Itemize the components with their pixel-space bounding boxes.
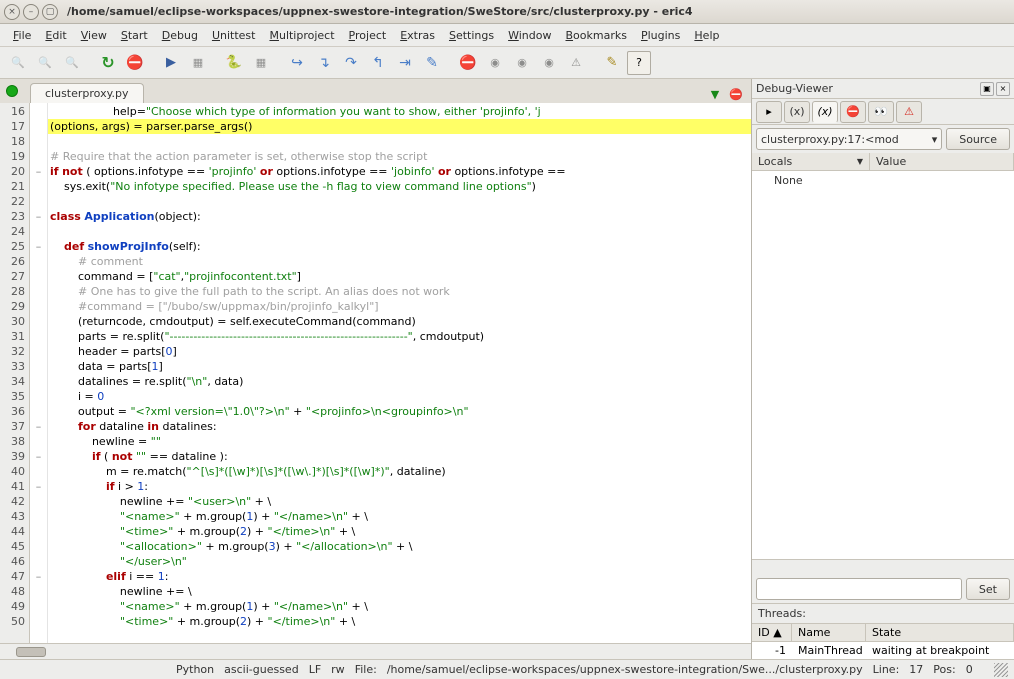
run-script-button[interactable]: ▶ — [159, 51, 183, 75]
step-return-button[interactable]: ⇥ — [393, 51, 417, 75]
breakpoint-next-button[interactable]: ◉ — [510, 51, 534, 75]
zoom-out-icon[interactable]: 🔍 — [6, 51, 30, 75]
debug-tab-watch[interactable]: 👀 — [868, 101, 894, 123]
zoom-in-icon[interactable]: 🔍 — [33, 51, 57, 75]
tab-list-dropdown[interactable]: ▼ — [706, 85, 724, 103]
threads-section-label: Threads: — [752, 603, 1014, 624]
breakpoint-prev-button[interactable]: ◉ — [537, 51, 561, 75]
step-out-button[interactable]: ↰ — [366, 51, 390, 75]
status-eol: LF — [309, 663, 321, 676]
window-maximize-button[interactable]: ▢ — [42, 4, 58, 20]
stack-frame-combo[interactable]: clusterproxy.py:17:<mod▾ — [756, 128, 942, 150]
panel-float-icon[interactable]: ▣ — [980, 82, 994, 96]
thread-state-header[interactable]: State — [866, 624, 1014, 641]
status-pos: 0 — [966, 663, 973, 676]
expression-input[interactable] — [756, 578, 962, 600]
menu-multiproject[interactable]: Multiproject — [262, 26, 341, 45]
resize-grip-icon[interactable] — [994, 663, 1008, 677]
step-into-button[interactable]: ↴ — [312, 51, 336, 75]
statusbar: Python ascii-guessed LF rw File: /home/s… — [0, 659, 1014, 679]
locals-row[interactable]: None — [752, 173, 1014, 188]
menu-plugins[interactable]: Plugins — [634, 26, 687, 45]
status-line: 17 — [909, 663, 923, 676]
breakpoint-indicator-icon — [6, 85, 18, 97]
set-button[interactable]: Set — [966, 578, 1010, 600]
restart-button[interactable]: ↻ — [96, 51, 120, 75]
debug-script-button[interactable]: 🐍 — [222, 51, 246, 75]
editor-body[interactable]: 1617181920212223242526272829303132333435… — [0, 103, 751, 643]
main-area: clusterproxy.py ▼ ⛔ 16171819202122232425… — [0, 79, 1014, 659]
editor-horizontal-scrollbar[interactable] — [0, 643, 751, 659]
status-line-label: Line: — [873, 663, 900, 676]
debug-tabbar: ▸ (x) (x) ⛔ 👀 ⚠ — [752, 99, 1014, 125]
profile-button[interactable]: ▦ — [249, 51, 273, 75]
coverage-button[interactable]: ▦ — [186, 51, 210, 75]
window-minimize-button[interactable]: – — [23, 4, 39, 20]
menu-view[interactable]: View — [74, 26, 114, 45]
status-file-label: File: — [355, 663, 377, 676]
debug-tab-exceptions[interactable]: ⚠ — [896, 101, 922, 123]
locals-list[interactable]: None — [752, 171, 1014, 559]
run-to-cursor-button[interactable]: ✎ — [420, 51, 444, 75]
continue-button[interactable]: ↪ — [285, 51, 309, 75]
menu-file[interactable]: File — [6, 26, 38, 45]
menu-window[interactable]: Window — [501, 26, 558, 45]
debug-viewer-pane: Debug-Viewer ▣ × ▸ (x) (x) ⛔ 👀 ⚠ cluster… — [752, 79, 1014, 659]
stop-debug-button[interactable]: ⛔ — [456, 51, 480, 75]
debug-tab-locals[interactable]: (x) — [812, 101, 838, 123]
threads-list[interactable]: -1MainThreadwaiting at breakpoint — [752, 642, 1014, 659]
menu-settings[interactable]: Settings — [442, 26, 501, 45]
status-encoding: ascii-guessed — [224, 663, 299, 676]
stop-button[interactable]: ⛔ — [123, 51, 147, 75]
locals-column-header[interactable]: Locals▼ — [752, 153, 870, 170]
step-over-button[interactable]: ↷ — [339, 51, 363, 75]
locals-scrollbar[interactable] — [752, 559, 1014, 575]
thread-name-header[interactable]: Name — [792, 624, 866, 641]
debug-viewer-title: Debug-Viewer — [756, 82, 833, 95]
value-column-header[interactable]: Value — [870, 153, 1014, 170]
whats-this-button[interactable]: ? — [627, 51, 651, 75]
tab-close-button[interactable]: ⛔ — [727, 85, 745, 103]
window-titlebar: × – ▢ /home/samuel/eclipse-workspaces/up… — [0, 0, 1014, 24]
fold-gutter[interactable]: – – – – – – – — [30, 103, 48, 643]
menu-help[interactable]: Help — [687, 26, 726, 45]
menu-project[interactable]: Project — [342, 26, 394, 45]
menu-unittest[interactable]: Unittest — [205, 26, 263, 45]
exceptions-button[interactable]: ⚠ — [564, 51, 588, 75]
window-close-button[interactable]: × — [4, 4, 20, 20]
threads-header: ID ▲ Name State — [752, 624, 1014, 642]
panel-close-icon[interactable]: × — [996, 82, 1010, 96]
main-toolbar: 🔍 🔍 🔍 ↻ ⛔ ▶ ▦ 🐍 ▦ ↪ ↴ ↷ ↰ ⇥ ✎ ⛔ ◉ ◉ ◉ ⚠ … — [0, 47, 1014, 79]
breakpoint-toggle-button[interactable]: ◉ — [483, 51, 507, 75]
editor-tab[interactable]: clusterproxy.py — [30, 83, 144, 103]
status-file: /home/samuel/eclipse-workspaces/uppnex-s… — [387, 663, 863, 676]
menu-start[interactable]: Start — [114, 26, 155, 45]
menu-edit[interactable]: Edit — [38, 26, 73, 45]
thread-id-header[interactable]: ID ▲ — [752, 624, 792, 641]
status-language: Python — [176, 663, 214, 676]
menu-bookmarks[interactable]: Bookmarks — [559, 26, 634, 45]
status-mode: rw — [331, 663, 345, 676]
line-number-gutter: 1617181920212223242526272829303132333435… — [0, 103, 30, 643]
window-title: /home/samuel/eclipse-workspaces/uppnex-s… — [67, 5, 693, 18]
thread-row[interactable]: -1MainThreadwaiting at breakpoint — [752, 642, 1014, 659]
edit-button[interactable]: ✎ — [600, 51, 624, 75]
editor-tab-strip: clusterproxy.py ▼ ⛔ — [0, 79, 751, 103]
debug-tab-terminal[interactable]: ▸ — [756, 101, 782, 123]
menubar: FileEditViewStartDebugUnittestMultiproje… — [0, 24, 1014, 47]
menu-extras[interactable]: Extras — [393, 26, 442, 45]
source-button[interactable]: Source — [946, 128, 1010, 150]
editor-pane: clusterproxy.py ▼ ⛔ 16171819202122232425… — [0, 79, 752, 659]
status-pos-label: Pos: — [933, 663, 955, 676]
debug-tab-breakpoints[interactable]: ⛔ — [840, 101, 866, 123]
zoom-reset-icon[interactable]: 🔍 — [60, 51, 84, 75]
debug-tab-globals[interactable]: (x) — [784, 101, 810, 123]
menu-debug[interactable]: Debug — [155, 26, 205, 45]
code-area[interactable]: help="Choose which type of information y… — [48, 103, 751, 643]
